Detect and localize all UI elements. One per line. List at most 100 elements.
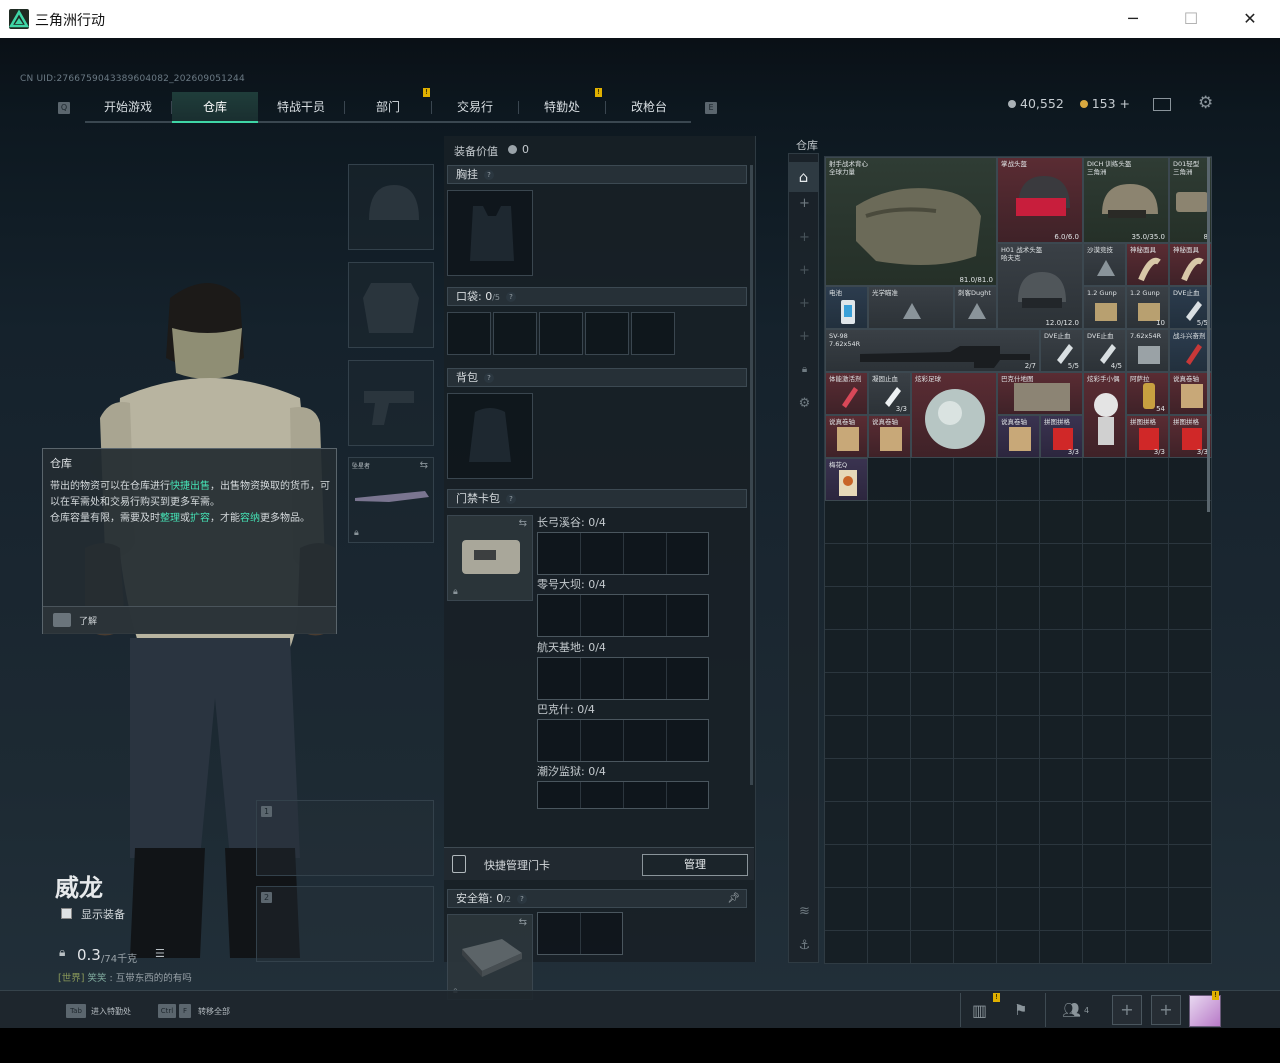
warehouse-item[interactable]: DICH 训练头盔 三角洲 35.0/35.0 (1083, 157, 1169, 243)
warehouse-item[interactable]: DVE止血 5/5 (1169, 286, 1212, 329)
melee-slot[interactable]: 坠星者 ⇆ 🔒︎ (348, 457, 434, 543)
backpack-slot[interactable] (447, 393, 533, 479)
scrollbar[interactable] (1207, 157, 1210, 512)
secondary-weapon-slot[interactable]: 2 (256, 886, 434, 962)
add-tab-icon[interactable]: + (789, 296, 820, 311)
swap-icon[interactable]: ⇆ (519, 518, 527, 529)
pocket-slot[interactable] (631, 312, 675, 355)
tab-start-game[interactable]: 开始游戏 (85, 92, 171, 123)
close-button[interactable]: ✕ (1237, 6, 1263, 32)
tab-operators[interactable]: 特战干员 (258, 92, 344, 123)
help-icon[interactable]: ? (484, 373, 494, 383)
scrollbar[interactable] (750, 165, 753, 785)
map-card-grid[interactable] (537, 719, 709, 762)
warehouse-item[interactable]: 凝固止血 3/3 (868, 372, 911, 415)
warehouse-item[interactable]: 电池 (825, 286, 868, 329)
warehouse-item[interactable]: 梅花Q (825, 458, 868, 501)
warehouse-item[interactable]: 说真卷轴 (825, 415, 868, 458)
layers-icon[interactable]: ≋ (789, 904, 820, 919)
warehouse-grid[interactable]: 射手战术背心 全球力量 81.0/81.0 掌战头盔 6.0/6.0 DICH … (824, 156, 1212, 964)
pin-icon[interactable]: 📌︎ (727, 890, 740, 907)
keycard-bag-slot[interactable]: ⇆ 🔒︎ (447, 515, 533, 601)
warehouse-item[interactable]: 刺客Dught (954, 286, 997, 329)
warehouse-item[interactable]: 拼图拼格 3/3 (1040, 415, 1083, 458)
warehouse-item[interactable]: 1.2 Gunp 10 (1126, 286, 1169, 329)
warehouse-home-icon[interactable]: ⌂ (789, 162, 818, 192)
tab-gunsmith[interactable]: 改枪台 (606, 92, 692, 123)
armor-slot[interactable] (348, 262, 434, 348)
warehouse-item[interactable]: 掌战头盔 6.0/6.0 (997, 157, 1083, 243)
acknowledge-button[interactable]: 了解 (79, 614, 97, 627)
safebox-slot[interactable]: ⇆ 🔒︎ (447, 914, 533, 1000)
warehouse-item[interactable]: 炫彩手小偶 (1083, 372, 1126, 458)
warehouse-item[interactable]: H01 战术头盔 哈夫克 12.0/12.0 (997, 243, 1083, 329)
pocket-slot[interactable] (447, 312, 491, 355)
map-card-grid[interactable] (537, 594, 709, 637)
add-tab-icon[interactable]: + (789, 263, 820, 278)
help-icon[interactable]: ? (506, 494, 516, 504)
team-icon[interactable]: 👥︎ (1062, 1001, 1081, 1019)
warehouse-item[interactable]: 说真卷轴 (997, 415, 1040, 458)
primary-weapon-slot[interactable]: 1 (256, 800, 434, 876)
tab-special-ops[interactable]: 特勤处 (519, 92, 605, 123)
pocket-slot[interactable] (493, 312, 537, 355)
stats-icon[interactable]: ▥ (972, 1001, 987, 1020)
map-card-grid[interactable] (537, 532, 709, 575)
warehouse-item[interactable]: 光学瞄准 (868, 286, 954, 329)
token-amount[interactable]: 153 + (1092, 96, 1130, 111)
transfer-all-label[interactable]: 转移全部 (198, 1006, 230, 1017)
safebox-grid[interactable] (537, 912, 623, 955)
help-icon[interactable]: ? (506, 292, 517, 302)
pocket-slot[interactable] (585, 312, 629, 355)
warehouse-item[interactable]: DVE止血 5/5 (1040, 329, 1083, 372)
warehouse-item[interactable]: 阿萨拉 54 (1126, 372, 1169, 415)
tab-action-label[interactable]: 进入特勤处 (91, 1006, 131, 1017)
swap-icon[interactable]: ⇆ (420, 460, 428, 471)
tab-trade[interactable]: 交易行 (432, 92, 518, 123)
show-equipment-checkbox[interactable] (61, 908, 72, 919)
warehouse-item[interactable]: 1.2 Gunp (1083, 286, 1126, 329)
world-chat-line[interactable]: [世界] 笑笑 : 互带东西的的有吗 (58, 970, 192, 984)
flag-icon[interactable]: ⚑ (1014, 1001, 1027, 1019)
warehouse-item[interactable]: 说真卷轴 (1169, 372, 1212, 415)
map-card-grid[interactable] (537, 781, 709, 809)
nav-right-key[interactable]: E (705, 102, 717, 114)
warehouse-item[interactable]: D01轻型 三角洲 8 (1169, 157, 1212, 243)
add-tab-icon[interactable]: + (789, 196, 820, 211)
warehouse-item[interactable]: SV-98 7.62x54R 2/7 (825, 329, 1040, 372)
tab-department[interactable]: 部门 (345, 92, 431, 123)
warehouse-item[interactable]: 拼图拼格 3/3 (1169, 415, 1212, 458)
lock-icon[interactable]: 🔒︎ (789, 364, 820, 375)
add-tab-icon[interactable]: + (789, 329, 820, 344)
warehouse-item[interactable]: 炫彩足球 (911, 372, 997, 458)
invite-slot-button[interactable]: + (1112, 995, 1142, 1025)
warehouse-item[interactable]: 战斗兴奋剂 (1169, 329, 1212, 372)
gear-icon[interactable]: ⚙ (1198, 95, 1215, 112)
pistol-slot[interactable] (348, 360, 434, 446)
warehouse-item[interactable]: 巴克什地图 (997, 372, 1083, 415)
list-icon[interactable]: ☰ (155, 947, 165, 960)
minimize-button[interactable]: ─ (1120, 6, 1146, 32)
warehouse-item[interactable]: 神秘面具 (1169, 243, 1212, 286)
warehouse-item[interactable]: DVE止血 4/5 (1083, 329, 1126, 372)
warehouse-item[interactable]: 射手战术背心 全球力量 81.0/81.0 (825, 157, 997, 286)
map-card-grid[interactable] (537, 657, 709, 700)
warehouse-item[interactable]: 7.62x54R (1126, 329, 1169, 372)
warehouse-item[interactable]: 体能激活剂 (825, 372, 868, 415)
invite-slot-button[interactable]: + (1151, 995, 1181, 1025)
chest-rig-slot[interactable] (447, 190, 533, 276)
sort-icon[interactable]: ⚓ (789, 938, 820, 953)
help-icon[interactable]: ? (484, 170, 494, 180)
warehouse-item[interactable]: 神秘面具 (1126, 243, 1169, 286)
help-icon[interactable]: ? (517, 894, 528, 904)
nav-left-key[interactable]: Q (58, 102, 70, 114)
warehouse-item[interactable]: 沙漠竞技 (1083, 243, 1126, 286)
tab-warehouse[interactable]: 仓库 (172, 92, 258, 123)
maximize-button[interactable]: ☐ (1178, 6, 1204, 32)
add-tab-icon[interactable]: + (789, 230, 820, 245)
manage-button[interactable]: 管理 (642, 854, 748, 876)
helmet-slot[interactable] (348, 164, 434, 250)
mail-icon[interactable] (1153, 98, 1171, 111)
warehouse-item[interactable]: 说真卷轴 (868, 415, 911, 458)
pocket-slot[interactable] (539, 312, 583, 355)
